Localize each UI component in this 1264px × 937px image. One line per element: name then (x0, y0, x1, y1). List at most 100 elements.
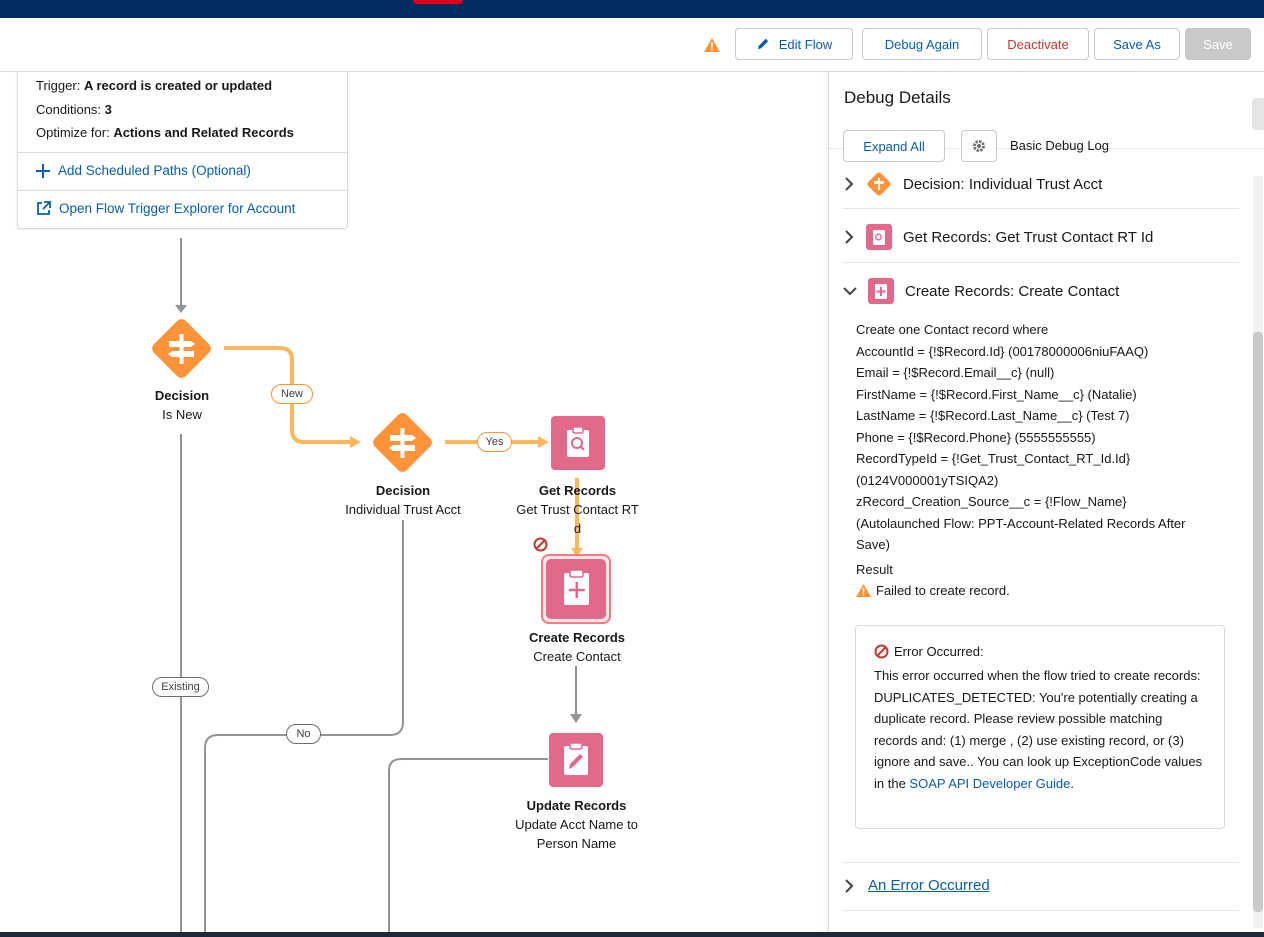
detail-line: AccountId = {!$Record.Id} (00178000006ni… (856, 343, 1149, 359)
edit-record-icon (564, 742, 588, 775)
error-end: . (1070, 775, 1074, 791)
save-label: Save (1203, 36, 1233, 52)
conditions-label: Conditions: (36, 102, 102, 117)
error-heading: Error Occurred: (874, 644, 984, 659)
connector-label-yes[interactable]: Yes (477, 432, 512, 452)
expand-all-button[interactable]: Expand All (843, 130, 945, 162)
create-record-icon (564, 569, 589, 605)
detail-line: (Autolaunched Flow: PPT-Account-Related … (856, 515, 1186, 531)
get-records-node[interactable] (551, 416, 605, 470)
result-text: Failed to create record. (876, 583, 1010, 598)
decision-node-individual-trust[interactable] (366, 406, 439, 479)
step-label: Create Records: Create Contact (905, 282, 1120, 300)
create-details: Create one Contact record where AccountI… (856, 319, 1226, 602)
deactivate-label: Deactivate (1007, 36, 1069, 52)
trigger-row: Trigger: A record is created or updated (36, 78, 272, 93)
step-get-records[interactable]: Get Records: Get Trust Contact RT Id (843, 224, 1239, 250)
detail-line: RecordTypeId = {!Get_Trust_Contact_RT_Id… (856, 451, 1131, 466)
detail-line: FirstName = {!$Record.First_Name__c} (Na… (856, 386, 1137, 402)
optimize-label: Optimize for: (36, 125, 110, 140)
debug-settings-button[interactable] (961, 130, 997, 162)
decision-individual-trust-label: Decision Individual Trust Acct (318, 481, 488, 519)
error-box: Error Occurred: This error occurred when… (855, 625, 1225, 829)
node-name: Is New (162, 407, 202, 422)
decision-node-is-new[interactable] (145, 312, 218, 385)
connector-label-no[interactable]: No (286, 724, 321, 744)
trigger-label: Trigger: (36, 78, 81, 93)
external-link-icon (37, 201, 51, 215)
debug-log-level: Basic Debug Log (1010, 138, 1110, 153)
detail-line: Save) (856, 537, 890, 552)
node-type: Decision (375, 483, 431, 498)
step-error-occurred[interactable]: An Error Occurred (843, 877, 1239, 894)
node-type: Decision (154, 388, 210, 403)
node-name: Update Acct Name to (515, 817, 638, 832)
conditions-row: Conditions: 3 (36, 102, 112, 117)
detail-line: zRecord_Creation_Source__c = {!Flow_Name… (856, 494, 1127, 509)
warning-icon (856, 584, 871, 598)
start-trigger-card[interactable]: Trigger: A record is created or updated … (17, 72, 348, 229)
divider (18, 190, 347, 191)
error-icon (533, 537, 548, 552)
error-title: Error Occurred: (894, 644, 984, 659)
node-type: Create Records (528, 630, 626, 645)
search-record-icon (567, 426, 589, 457)
detail-line: Email = {!$Record.Email__c} (null) (856, 365, 1055, 380)
panel-title: Debug Details (844, 88, 951, 107)
trigger-value: A record is created or updated (83, 78, 273, 93)
step-create-records[interactable]: Create Records: Create Contact (843, 278, 1239, 304)
panel-toggle-tab[interactable] (1252, 98, 1264, 130)
chevron-right-icon (845, 230, 854, 244)
step-label: Decision: Individual Trust Acct (903, 175, 1103, 193)
flow-canvas[interactable]: Trigger: A record is created or updated … (0, 72, 828, 932)
result-row: Failed to create record. (856, 580, 1226, 602)
update-records-node[interactable] (549, 733, 603, 787)
debug-details-panel: Debug Details Expand All Basic Debug Log… (828, 72, 1264, 932)
divider (18, 152, 347, 153)
add-scheduled-paths-label: Add Scheduled Paths (Optional) (58, 163, 251, 178)
divider (843, 208, 1239, 209)
connector-label-existing[interactable]: Existing (152, 677, 209, 697)
optimize-value: Actions and Related Records (113, 125, 294, 140)
decision-icon (867, 172, 891, 196)
create-records-icon (868, 278, 894, 304)
gear-icon (973, 140, 985, 152)
connector-yes-arrow (538, 436, 549, 448)
step-label: An Error Occurred (868, 877, 990, 894)
create-records-label: Create Records Create Contact (496, 628, 658, 666)
connector-label-new[interactable]: New (271, 384, 313, 404)
divider (843, 910, 1239, 911)
node-name-continued: Person Name (536, 836, 617, 851)
node-name: Individual Trust Acct (345, 502, 461, 517)
step-decision[interactable]: Decision: Individual Trust Acct (843, 172, 1239, 196)
decision-is-new-label: Decision Is New (111, 386, 253, 424)
chevron-right-icon (845, 878, 854, 893)
open-trigger-explorer-label: Open Flow Trigger Explorer for Account (59, 201, 296, 216)
deactivate-button[interactable]: Deactivate (987, 28, 1089, 60)
add-scheduled-paths-link[interactable]: Add Scheduled Paths (Optional) (36, 163, 251, 178)
conditions-value: 3 (104, 102, 112, 117)
step-label: Get Records: Get Trust Contact RT Id (903, 228, 1154, 246)
open-trigger-explorer-link[interactable]: Open Flow Trigger Explorer for Account (36, 201, 295, 216)
warning-icon[interactable] (704, 38, 720, 52)
edit-flow-button[interactable]: Edit Flow (735, 28, 853, 60)
scrollbar-thumb[interactable] (1253, 332, 1263, 912)
error-message: This error occurred when the flow tried … (874, 665, 1204, 795)
save-button: Save (1185, 28, 1251, 60)
detail-line: Create one Contact record where (856, 322, 1049, 337)
node-name: Get Trust Contact RT (516, 502, 639, 517)
get-records-icon (866, 224, 892, 250)
result-heading: Result (856, 561, 893, 577)
error-text: This error occurred when the flow tried … (874, 668, 1203, 791)
create-records-node[interactable] (540, 553, 612, 625)
error-icon (874, 644, 889, 659)
update-records-label: Update Records Update Acct Name to Perso… (491, 796, 662, 853)
node-name: Create Contact (533, 649, 621, 664)
debug-again-button[interactable]: Debug Again (862, 28, 982, 60)
get-records-label: Get Records Get Trust Contact RT d (495, 481, 660, 538)
node-name-continued: d (573, 521, 582, 536)
expand-all-label: Expand All (863, 138, 925, 154)
soap-api-guide-link[interactable]: SOAP API Developer Guide (909, 776, 1070, 791)
save-as-button[interactable]: Save As (1094, 28, 1180, 60)
pencil-icon (757, 38, 768, 49)
